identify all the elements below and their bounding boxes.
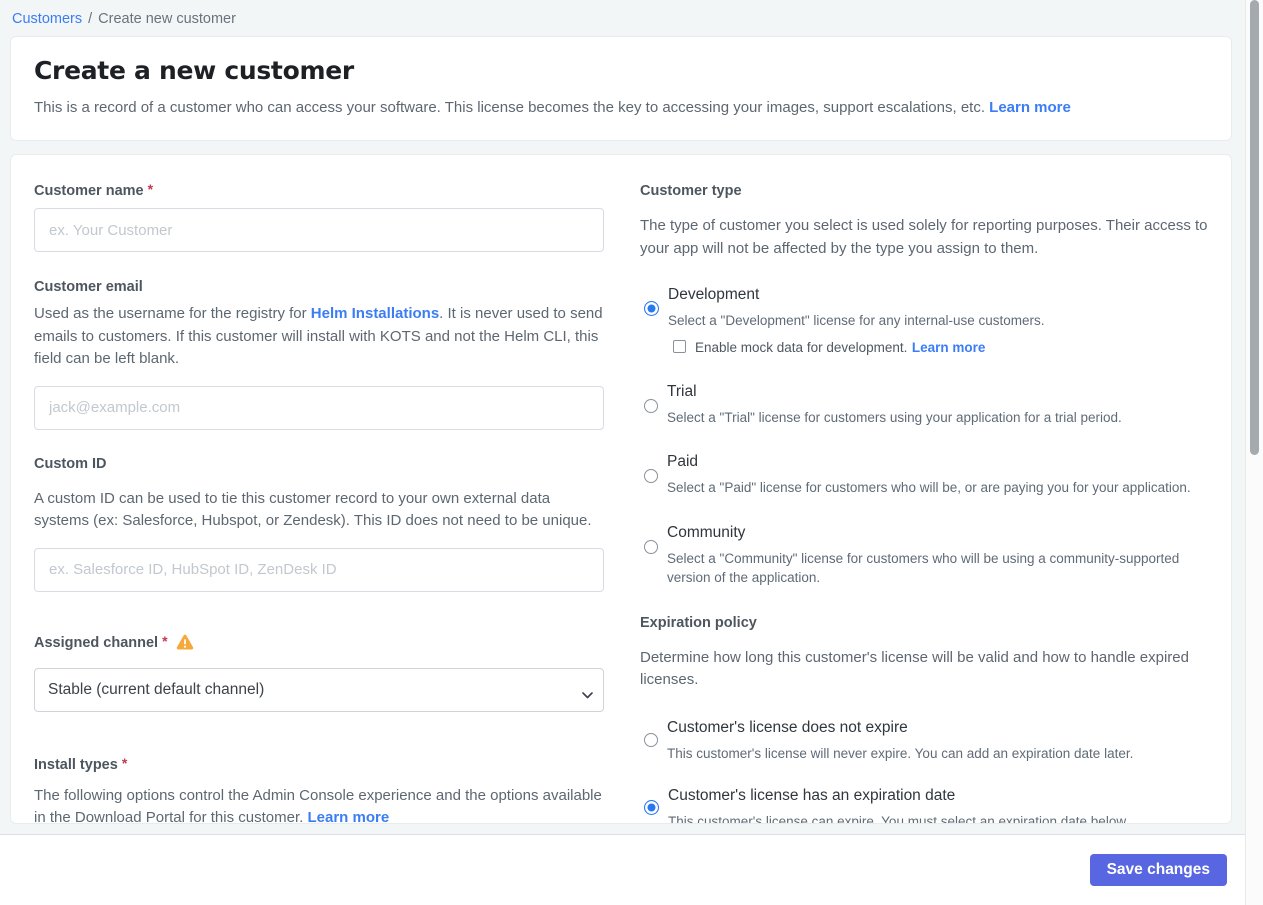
community-option-description: Select a "Community" license for custome… (667, 550, 1180, 586)
expiration-policy-label-text: Expiration policy (640, 614, 757, 631)
expiration-option-has-date: Customer's license has an expiration dat… (640, 787, 1210, 824)
enable-mock-data-checkbox[interactable] (673, 339, 686, 353)
page-description: This is a record of a customer who can a… (34, 97, 1208, 118)
license-does-not-expire-radio[interactable] (644, 732, 658, 747)
has-expiration-option-description: This customer's license can expire. You … (668, 814, 1130, 824)
trial-option-description: Select a "Trial" license for customers u… (667, 409, 1122, 425)
development-option-description: Select a "Development" license for any i… (668, 313, 1045, 328)
customer-type-label-text: Customer type (640, 183, 742, 199)
license-has-expiration-radio[interactable] (644, 800, 659, 816)
customer-type-option-development: Development Select a "Development" licen… (640, 286, 1210, 357)
assigned-channel-select[interactable]: Stable (current default channel) (34, 667, 604, 712)
scrollbar-thumb[interactable] (1250, 0, 1259, 455)
assigned-channel-label-text: Assigned channel (34, 635, 159, 651)
warning-icon (176, 634, 194, 655)
page-description-text: This is a record of a customer who can a… (34, 99, 985, 116)
expiration-option-no-expire: Customer's license does not expire This … (640, 719, 1210, 764)
custom-id-description: A custom ID can be used to tie this cust… (34, 489, 592, 530)
customer-name-input[interactable] (34, 208, 604, 252)
install-types-label-text: Install types (34, 756, 118, 773)
paid-option-description: Select a "Paid" license for customers wh… (667, 480, 1191, 496)
customer-email-label: Customer email (34, 278, 604, 296)
mock-data-row: Enable mock data for development. Learn … (673, 339, 1045, 357)
create-customer-page: Customers / Create new customer Create a n… (0, 0, 1263, 905)
no-expire-option-label: Customer's license does not expire (667, 718, 908, 736)
community-radio[interactable] (644, 539, 658, 554)
header-learn-more-link[interactable]: Learn more (989, 99, 1071, 116)
breadcrumb-separator: / (88, 11, 93, 27)
customer-email-input[interactable] (34, 385, 604, 430)
customer-type-option-paid: Paid Select a "Paid" license for custome… (640, 453, 1210, 498)
custom-id-input[interactable] (34, 547, 604, 592)
development-radio[interactable] (644, 301, 659, 316)
customer-email-description: Used as the username for the registry fo… (34, 303, 604, 371)
action-footer: Save changes (0, 834, 1263, 905)
paid-radio[interactable] (644, 469, 658, 484)
form-card: Customer name * Customer email Used as t… (10, 154, 1232, 824)
expiration-policy-options: Customer's license does not expire This … (640, 719, 1210, 824)
form-right-column: Customer type The type of customer you s… (640, 182, 1210, 824)
expiration-policy-label: Expiration policy (640, 614, 1210, 632)
customer-name-required-asterisk: * (147, 181, 154, 197)
customer-type-option-trial: Trial Select a "Trial" license for custo… (640, 383, 1210, 428)
custom-id-label: Custom ID (34, 455, 604, 473)
header-card: Create a new customer This is a record o… (10, 36, 1232, 141)
breadcrumb: Customers / Create new customer (0, 0, 1263, 36)
customer-type-option-community: Community Select a "Community" license f… (640, 524, 1210, 588)
assigned-channel-required-asterisk: * (162, 633, 168, 649)
paid-option-label: Paid (667, 453, 699, 471)
customer-type-description: The type of customer you select is used … (640, 217, 1208, 257)
trial-radio[interactable] (644, 398, 658, 413)
no-expire-option-description: This customer's license will never expir… (667, 745, 1134, 761)
breadcrumb-current: Create new customer (98, 11, 236, 27)
customer-name-label-text: Customer name (34, 183, 144, 199)
helm-installations-link[interactable]: Helm Installations (311, 305, 439, 322)
install-types-required-asterisk: * (121, 754, 128, 771)
customer-type-label: Customer type (640, 182, 1210, 200)
has-expiration-option-label: Customer's license has an expiration dat… (668, 787, 956, 805)
customer-email-desc-before: Used as the username for the registry fo… (34, 305, 311, 322)
install-types-label: Install types * (34, 754, 604, 774)
install-types-learn-more-link[interactable]: Learn more (307, 809, 389, 823)
assigned-channel-select-wrap: Stable (current default channel) (34, 667, 604, 712)
form-left-column: Customer name * Customer email Used as t… (34, 181, 604, 824)
community-option-label: Community (667, 523, 746, 541)
save-changes-button[interactable]: Save changes (1089, 854, 1227, 886)
customer-email-label-text: Customer email (34, 279, 143, 295)
customer-name-label: Customer name * (34, 181, 604, 200)
page-title: Create a new customer (34, 56, 354, 85)
install-types-description: The following options control the Admin … (34, 785, 604, 824)
custom-id-label-text: Custom ID (34, 455, 107, 472)
mock-data-learn-more-link[interactable]: Learn more (912, 340, 986, 355)
breadcrumb-customers-link[interactable]: Customers (12, 11, 82, 27)
expiration-policy-description: Determine how long this customer's licen… (640, 648, 1189, 689)
development-option-label: Development (668, 286, 760, 303)
assigned-channel-label: Assigned channel * (34, 633, 604, 654)
customer-type-options: Development Select a "Development" licen… (640, 286, 1210, 588)
mock-data-checkbox-label: Enable mock data for development. (695, 339, 908, 355)
trial-option-label: Trial (667, 382, 697, 400)
